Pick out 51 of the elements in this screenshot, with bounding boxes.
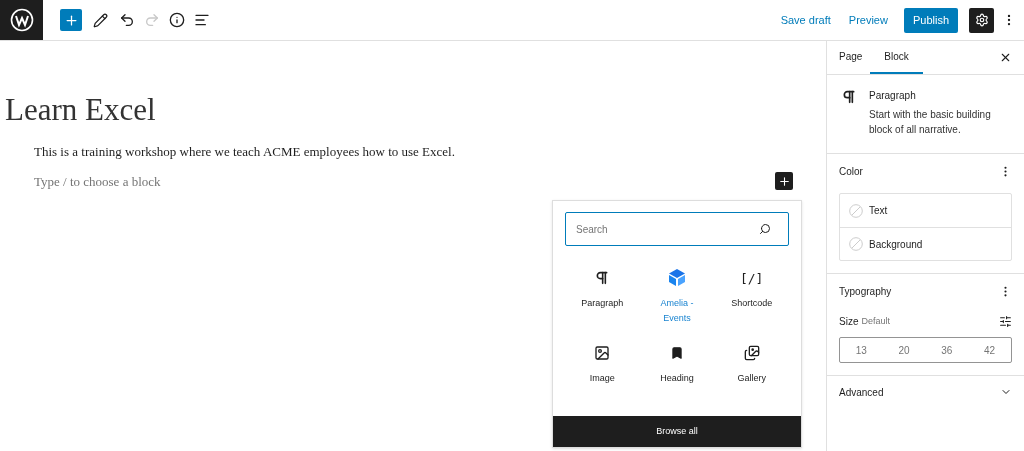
color-option[interactable]: Text xyxy=(840,194,1011,227)
close-icon[interactable] xyxy=(999,51,1012,64)
no-color-swatch-icon xyxy=(849,237,863,251)
publish-button[interactable]: Publish xyxy=(903,7,958,33)
color-option[interactable]: Background xyxy=(840,227,1011,260)
block-item[interactable]: Paragraph xyxy=(565,268,640,323)
add-block-button[interactable] xyxy=(775,172,793,191)
settings-button[interactable] xyxy=(969,7,994,33)
block-item[interactable]: Heading xyxy=(639,343,715,398)
preview-button[interactable]: Preview xyxy=(842,11,894,29)
font-size-option[interactable]: 20 xyxy=(894,342,914,358)
post-title[interactable]: Learn Excel xyxy=(5,91,826,129)
browse-all-button[interactable]: Browse all xyxy=(553,416,801,447)
sidebar-tab[interactable]: Page xyxy=(831,41,871,74)
search-field[interactable]: Search xyxy=(565,212,789,246)
block-item[interactable]: Amelia - Events xyxy=(639,268,715,323)
no-color-swatch-icon xyxy=(849,203,863,218)
info-icon[interactable] xyxy=(169,12,185,28)
sliders-icon[interactable] xyxy=(999,315,1012,328)
font-size-option[interactable]: 36 xyxy=(937,342,957,358)
pencil-icon[interactable] xyxy=(93,12,108,28)
advanced-panel-toggle[interactable]: Advanced xyxy=(827,376,1024,408)
paragraph-text[interactable]: This is a training workshop where we teach ACME employees how to use Excel. xyxy=(34,142,826,162)
gallery-icon xyxy=(743,345,760,361)
bookmark-icon xyxy=(670,346,684,360)
block-title: Paragraph xyxy=(869,89,917,102)
sidebar-tab[interactable]: Block xyxy=(870,41,923,74)
block-item[interactable]: Gallery xyxy=(714,343,789,398)
undo-icon[interactable] xyxy=(119,12,135,28)
block-placeholder[interactable]: Type / to choose a block xyxy=(34,171,161,191)
font-size-option[interactable]: 42 xyxy=(980,342,1000,358)
block-description: Start with the basic building block of all narrative. xyxy=(869,108,992,137)
hexagon-icon xyxy=(667,268,687,288)
font-size-option[interactable]: 13 xyxy=(851,342,871,358)
list-view-icon[interactable] xyxy=(194,12,210,28)
shortcode-icon: [/] xyxy=(739,271,764,285)
logo-tile[interactable] xyxy=(0,0,43,40)
image-icon xyxy=(594,345,611,361)
plus-icon xyxy=(777,174,791,188)
pilcrow-icon xyxy=(841,89,857,105)
size-label: Size xyxy=(839,315,859,329)
search-icon xyxy=(759,223,771,235)
block-item[interactable]: [/] Shortcode xyxy=(714,268,789,323)
save-draft-button[interactable]: Save draft xyxy=(774,11,837,29)
typography-panel-title: Typography xyxy=(839,285,892,299)
logo-icon xyxy=(9,8,34,32)
plus-icon xyxy=(63,12,79,28)
size-value: Default xyxy=(861,314,890,328)
color-panel-title: Color xyxy=(839,165,863,179)
block-item[interactable]: Image xyxy=(565,343,640,398)
settings-icon xyxy=(974,13,989,27)
